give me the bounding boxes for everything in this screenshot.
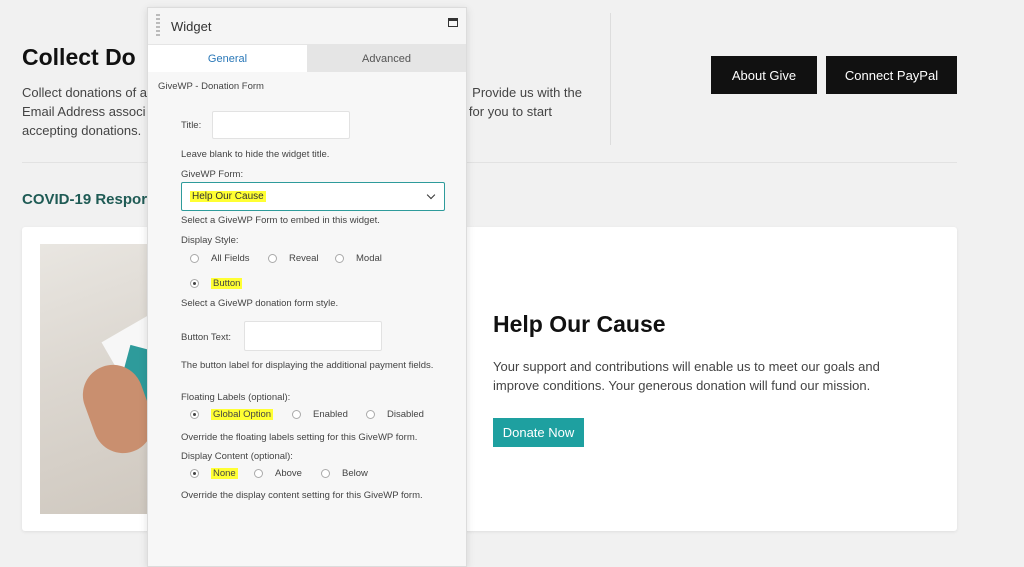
radio-icon — [268, 254, 277, 263]
connect-paypal-button[interactable]: Connect PayPal — [826, 56, 957, 94]
floating-labels-disabled[interactable]: Disabled — [366, 409, 424, 420]
radio-label: Above — [275, 468, 302, 479]
floating-labels-help: Override the floating labels setting for… — [181, 432, 418, 443]
card-description: Your support and contributions will enab… — [493, 359, 880, 393]
header-divider — [610, 13, 611, 145]
display-content-none[interactable]: None — [190, 468, 238, 479]
radio-icon — [335, 254, 344, 263]
form-selected-value: Help Our Cause — [190, 191, 266, 202]
chevron-down-icon — [426, 190, 436, 200]
form-help: Select a GiveWP Form to embed in this wi… — [181, 215, 380, 226]
radio-label: Global Option — [211, 409, 274, 420]
radio-label: Reveal — [289, 253, 319, 264]
radio-label: Button — [211, 278, 243, 289]
radio-icon — [190, 279, 199, 288]
intro-line1-left: Collect donations of a — [22, 85, 148, 100]
radio-icon — [366, 410, 375, 419]
display-style-reveal[interactable]: Reveal — [268, 253, 319, 264]
title-help: Leave blank to hide the widget title. — [181, 149, 330, 160]
maximize-icon[interactable] — [448, 18, 458, 27]
radio-label: Enabled — [313, 409, 348, 420]
floating-labels-global[interactable]: Global Option — [190, 409, 274, 420]
form-label: GiveWP Form: — [181, 169, 244, 180]
display-content-help: Override the display content setting for… — [181, 490, 423, 501]
radio-label: Disabled — [387, 409, 424, 420]
card-image — [40, 244, 162, 514]
givewp-form-select[interactable]: Help Our Cause — [181, 182, 445, 211]
display-content-above[interactable]: Above — [254, 468, 302, 479]
radio-label: None — [211, 468, 238, 479]
button-text-input[interactable] — [244, 321, 382, 351]
widget-title: Widget — [171, 19, 212, 34]
widget-tabs: General Advanced — [148, 45, 466, 72]
about-give-button[interactable]: About Give — [711, 56, 817, 94]
form-heading: GiveWP - Donation Form — [158, 81, 264, 92]
intro-line1-right: Provide us with the — [472, 85, 582, 100]
radio-icon — [321, 469, 330, 478]
display-style-button[interactable]: Button — [190, 278, 243, 289]
drag-handle-icon[interactable] — [156, 14, 160, 38]
floating-labels-label: Floating Labels (optional): — [181, 392, 291, 403]
page-title: Collect Do — [22, 44, 136, 70]
radio-label: All Fields — [211, 253, 250, 264]
radio-icon — [190, 469, 199, 478]
title-label: Title: — [181, 120, 202, 131]
intro-line2-left: Email Address associ — [22, 104, 146, 119]
card-title: Help Our Cause — [493, 311, 666, 337]
button-text-label: Button Text: — [181, 332, 231, 343]
widget-header: Widget — [148, 8, 466, 45]
display-style-modal[interactable]: Modal — [335, 253, 382, 264]
donate-now-button[interactable]: Donate Now — [493, 418, 584, 447]
radio-label: Below — [342, 468, 368, 479]
radio-icon — [254, 469, 263, 478]
button-text-help: The button label for displaying the addi… — [181, 360, 434, 371]
section-heading: COVID-19 Respor — [22, 191, 148, 208]
display-style-all-fields[interactable]: All Fields — [190, 253, 250, 264]
title-input[interactable] — [212, 111, 350, 139]
display-content-label: Display Content (optional): — [181, 451, 293, 462]
radio-icon — [292, 410, 301, 419]
display-content-below[interactable]: Below — [321, 468, 368, 479]
intro-line2-right: for you to start — [468, 104, 552, 119]
tab-general[interactable]: General — [148, 45, 307, 72]
display-style-label: Display Style: — [181, 235, 239, 246]
widget-panel: Widget General Advanced GiveWP - Donatio… — [147, 7, 467, 567]
radio-icon — [190, 410, 199, 419]
tab-advanced[interactable]: Advanced — [307, 45, 466, 72]
radio-icon — [190, 254, 199, 263]
display-style-help: Select a GiveWP donation form style. — [181, 298, 339, 309]
floating-labels-enabled[interactable]: Enabled — [292, 409, 348, 420]
radio-label: Modal — [356, 253, 382, 264]
